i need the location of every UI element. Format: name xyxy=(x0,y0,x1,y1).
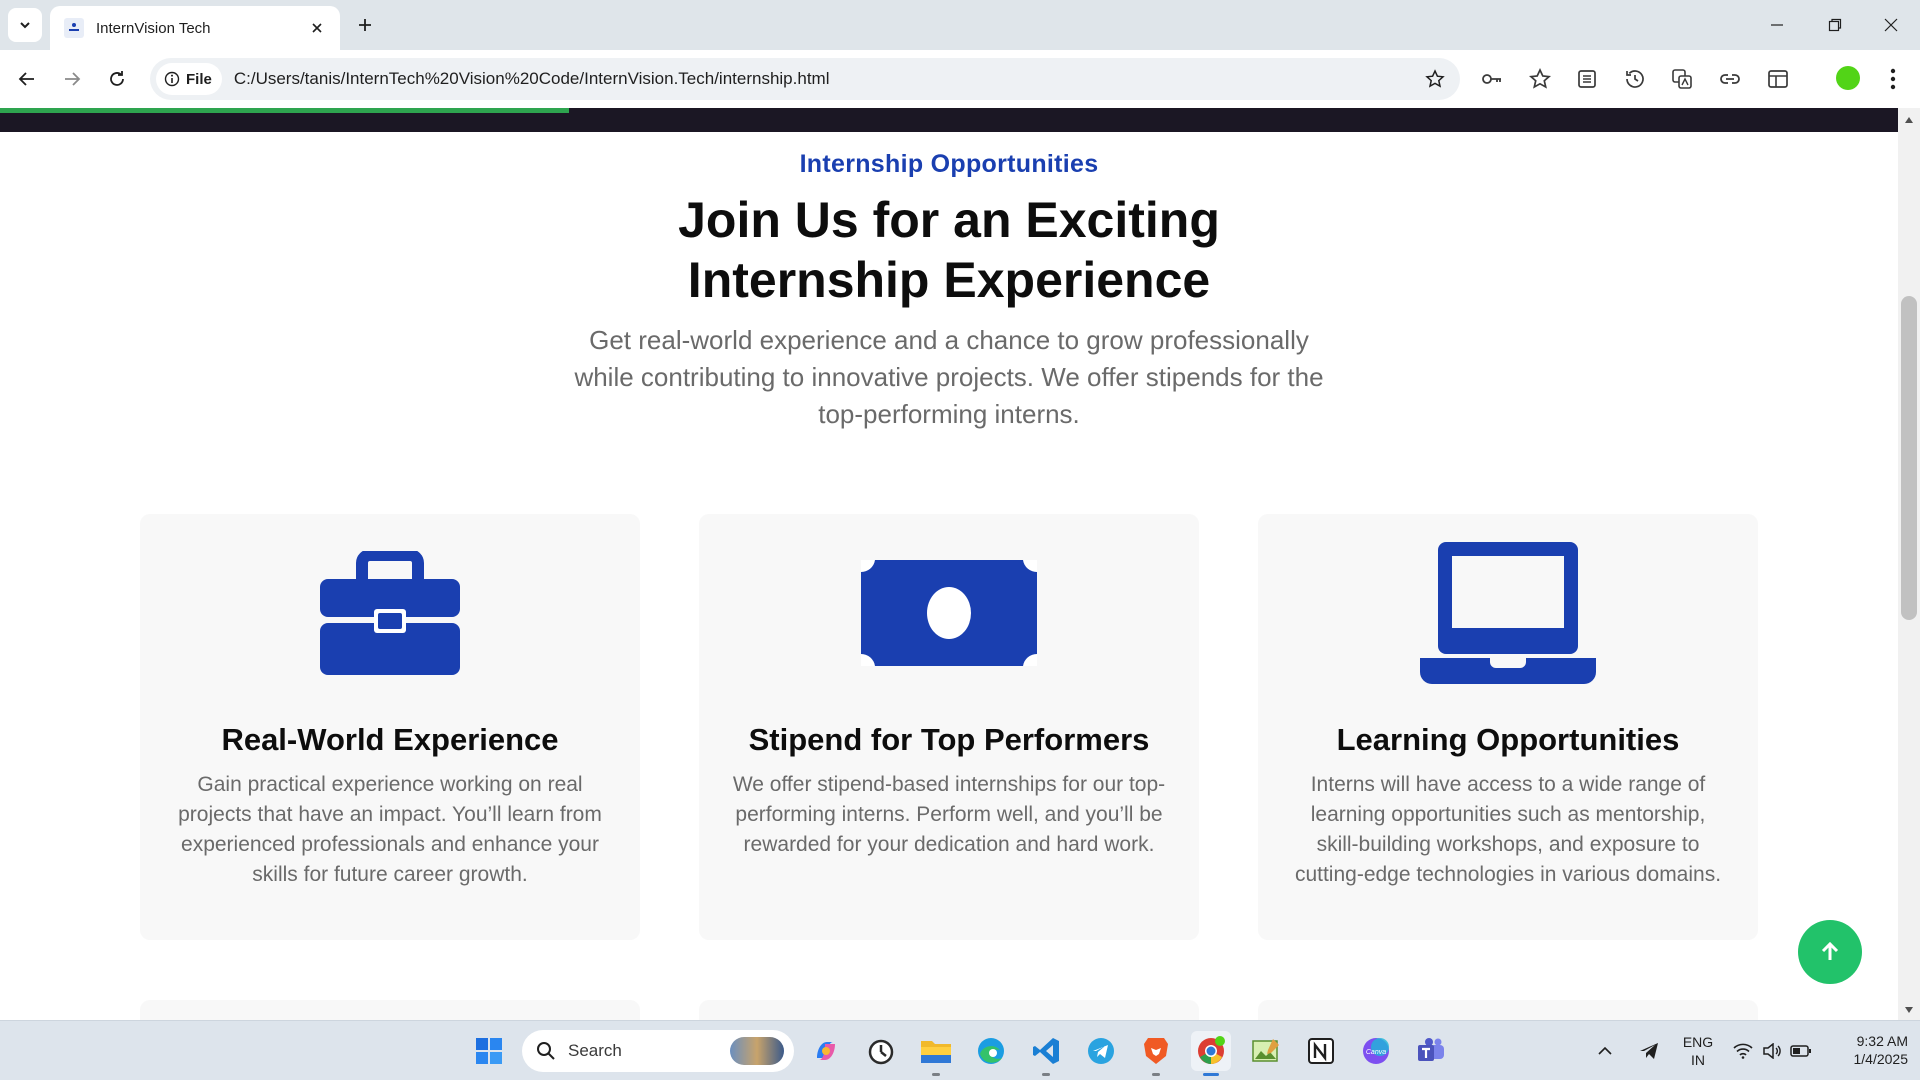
search-highlight-icon xyxy=(730,1037,784,1065)
clock-app-icon[interactable] xyxy=(861,1031,901,1071)
chevron-down-icon xyxy=(20,22,30,29)
file-explorer-icon[interactable] xyxy=(916,1031,956,1071)
card-description: Gain practical experience working on rea… xyxy=(178,773,602,886)
reload-button[interactable] xyxy=(100,62,134,96)
profile-avatar[interactable] xyxy=(1836,66,1860,90)
canva-icon[interactable]: Canva xyxy=(1356,1031,1396,1071)
favorites-star-icon[interactable] xyxy=(1525,64,1555,94)
scroll-to-top-button[interactable] xyxy=(1798,920,1862,984)
taskbar-search-label: Search xyxy=(568,1041,622,1060)
language-indicator[interactable]: ENG IN xyxy=(1680,1033,1716,1069)
wifi-icon[interactable] xyxy=(1728,1031,1758,1071)
reload-icon xyxy=(110,71,124,86)
clock-date: 1/4/2025 xyxy=(1853,1051,1909,1067)
headline-line-1: Join Us for an Exciting xyxy=(678,192,1220,248)
card-description: We offer stipend-based internships for o… xyxy=(732,773,1166,856)
volume-icon[interactable] xyxy=(1757,1031,1787,1071)
file-chip-label: File xyxy=(186,70,212,88)
card-title: Real-World Experience xyxy=(221,722,559,757)
new-tab-button[interactable] xyxy=(350,10,380,40)
briefcase-icon xyxy=(140,538,640,688)
translate-icon[interactable] xyxy=(1667,64,1697,94)
feature-card: Stipend for Top Performers We offer stip… xyxy=(699,514,1199,940)
running-indicator xyxy=(1152,1073,1160,1076)
password-key-icon[interactable] xyxy=(1476,64,1506,94)
card-title: Stipend for Top Performers xyxy=(748,722,1150,757)
feature-card: Learning Opportunities Interns will have… xyxy=(1258,514,1758,940)
copilot-icon[interactable] xyxy=(806,1031,846,1071)
url-text[interactable]: C:/Users/tanis/InternTech%20Vision%20Cod… xyxy=(234,69,1418,89)
address-bar[interactable]: File C:/Users/tanis/InternTech%20Vision%… xyxy=(150,58,1460,100)
section-eyebrow: Internship Opportunities xyxy=(799,150,1099,178)
svg-text:Canva: Canva xyxy=(1366,1049,1386,1056)
reading-list-icon[interactable] xyxy=(1572,64,1602,94)
page-load-progress-bar xyxy=(0,108,570,113)
feature-card-partial xyxy=(699,1000,1199,1020)
search-icon xyxy=(537,1042,555,1060)
scrollbar-thumb[interactable] xyxy=(1901,296,1917,620)
card-description: Interns will have access to a wide range… xyxy=(1294,773,1722,886)
card-title: Learning Opportunities xyxy=(1336,722,1680,757)
split-screen-icon[interactable] xyxy=(1763,64,1793,94)
chrome-browser-icon[interactable] xyxy=(1191,1031,1231,1071)
taskbar-search-box[interactable]: Search xyxy=(522,1030,794,1072)
edge-browser-icon[interactable] xyxy=(971,1031,1011,1071)
scroll-down-arrow-icon[interactable] xyxy=(1898,1002,1920,1018)
section-lead: Get real-world experience and a chance t… xyxy=(574,325,1324,429)
bookmark-star-icon[interactable] xyxy=(1418,62,1452,96)
close-icon xyxy=(1884,18,1898,32)
close-window-button[interactable] xyxy=(1862,0,1920,50)
restore-button[interactable] xyxy=(1806,0,1864,50)
link-icon[interactable] xyxy=(1715,64,1745,94)
laptop-icon xyxy=(1258,538,1758,688)
show-hidden-icons-chevron-up-icon[interactable] xyxy=(1590,1031,1620,1071)
tab-title: InternVision Tech xyxy=(96,19,211,37)
minimize-icon xyxy=(1771,24,1783,26)
image-app-icon[interactable] xyxy=(1246,1031,1286,1071)
site-favicon-icon xyxy=(64,18,84,38)
clock[interactable]: 9:32 AM 1/4/2025 xyxy=(1824,1032,1909,1068)
history-icon[interactable] xyxy=(1620,64,1650,94)
running-indicator xyxy=(1042,1073,1050,1076)
taskbar: Search Canva ENG IN 9:32 AM 1/4/2025 xyxy=(0,1020,1920,1080)
page-content: Internship Opportunities Join Us for an … xyxy=(0,132,1898,1020)
vscode-icon[interactable] xyxy=(1026,1031,1066,1071)
teams-icon[interactable] xyxy=(1411,1031,1451,1071)
feature-card-partial xyxy=(140,1000,640,1020)
notion-icon[interactable] xyxy=(1301,1031,1341,1071)
browser-toolbar: File C:/Users/tanis/InternTech%20Vision%… xyxy=(0,50,1920,108)
menu-more-icon[interactable] xyxy=(1878,64,1908,94)
windows-start-icon[interactable] xyxy=(469,1031,509,1071)
back-button[interactable] xyxy=(10,62,44,96)
tab-search-button[interactable] xyxy=(8,8,42,42)
forward-button[interactable] xyxy=(55,62,89,96)
arrow-left-icon xyxy=(18,72,34,86)
running-indicator xyxy=(932,1073,940,1076)
section-headline: Join Us for an Exciting Internship Exper… xyxy=(0,190,1898,310)
telegram-icon[interactable] xyxy=(1081,1031,1121,1071)
language-code: ENG xyxy=(1682,1034,1714,1050)
keyboard-region: IN xyxy=(1691,1052,1705,1068)
scroll-up-arrow-icon[interactable] xyxy=(1898,112,1920,128)
telegram-tray-icon[interactable] xyxy=(1634,1031,1664,1071)
plus-icon xyxy=(359,19,371,31)
arrow-up-icon xyxy=(1821,941,1839,960)
active-indicator xyxy=(1203,1073,1219,1076)
site-info-chip[interactable]: File xyxy=(156,63,222,95)
browser-tab[interactable]: InternVision Tech xyxy=(50,6,340,50)
clock-time: 9:32 AM xyxy=(1856,1033,1908,1049)
feature-card-partial xyxy=(1258,1000,1758,1020)
battery-icon[interactable] xyxy=(1786,1031,1816,1071)
info-icon xyxy=(164,71,180,87)
brave-browser-icon[interactable] xyxy=(1136,1031,1176,1071)
feature-card: Real-World Experience Gain practical exp… xyxy=(140,514,640,940)
minimize-button[interactable] xyxy=(1748,0,1806,50)
tab-strip: InternVision Tech xyxy=(0,0,1920,50)
restore-icon xyxy=(1828,18,1842,32)
money-bill-icon xyxy=(699,538,1199,688)
tab-close-icon[interactable] xyxy=(306,17,328,39)
arrow-right-icon xyxy=(65,72,81,86)
headline-line-2: Internship Experience xyxy=(687,252,1211,308)
